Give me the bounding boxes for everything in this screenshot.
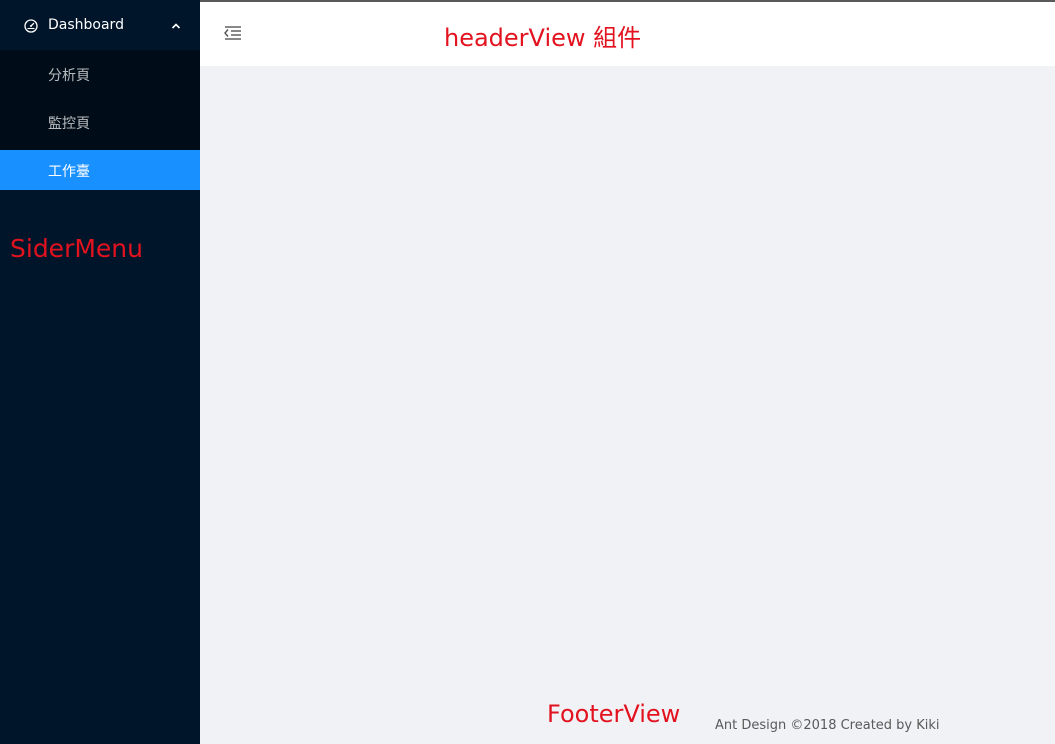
chevron-up-icon (171, 23, 181, 29)
menu-fold-icon[interactable] (222, 24, 244, 42)
copyright-text: Ant Design ©2018 Created by Kiki (715, 718, 940, 733)
footer-view: FooterView Ant Design ©2018 Created by K… (200, 696, 1055, 744)
header-annotation: headerView 組件 (444, 24, 642, 52)
menu-item-workplace[interactable]: 工作臺 (0, 150, 200, 190)
menu-item-label: 工作臺 (48, 164, 90, 180)
content-area (200, 66, 1055, 696)
submenu-title-label: Dashboard (48, 17, 124, 33)
submenu-list: 分析頁 監控頁 工作臺 (0, 50, 200, 190)
sider-menu: Dashboard 分析頁 監控頁 工作臺 SiderMenu (0, 0, 200, 744)
menu-item-label: 分析頁 (48, 68, 90, 84)
menu-item-label: 監控頁 (48, 116, 90, 132)
menu-item-monitor[interactable]: 監控頁 (0, 102, 200, 142)
footer-annotation: FooterView (547, 700, 681, 728)
header-view: headerView 組件 (200, 2, 1055, 66)
submenu-dashboard[interactable]: Dashboard (0, 2, 200, 50)
sider-annotation: SiderMenu (10, 234, 143, 263)
app-layout: Dashboard 分析頁 監控頁 工作臺 SiderMenu headerVi… (0, 0, 1055, 744)
menu-item-analysis[interactable]: 分析頁 (0, 54, 200, 94)
dashboard-icon (24, 19, 38, 33)
